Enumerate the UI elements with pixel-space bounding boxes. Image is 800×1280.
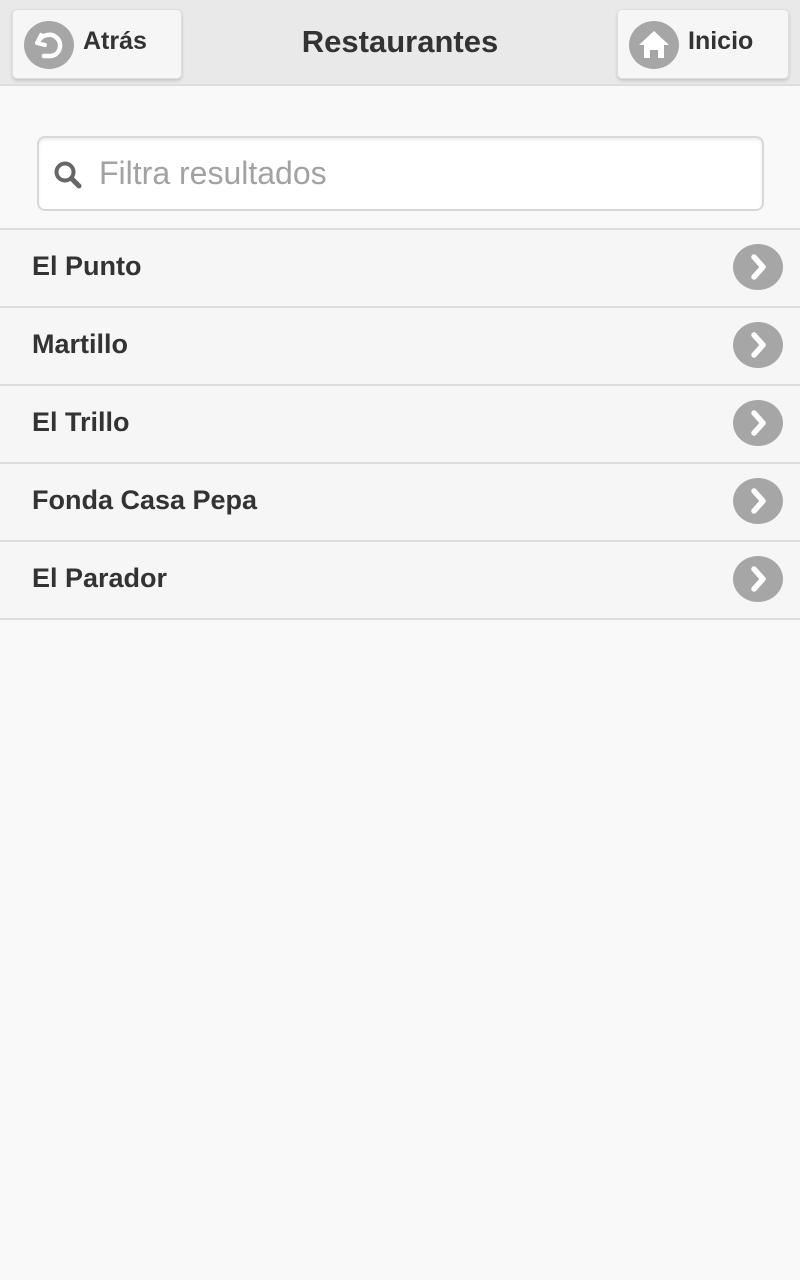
search-input[interactable] xyxy=(99,148,739,198)
chevron-right-icon xyxy=(733,478,783,524)
home-button-label: Inicio xyxy=(688,27,754,55)
list-item[interactable]: El Parador xyxy=(0,542,800,620)
chevron-right-icon xyxy=(733,322,783,368)
back-button[interactable]: Atrás xyxy=(12,9,182,79)
page-title: Restaurantes xyxy=(301,24,499,59)
chevron-right-icon xyxy=(733,400,783,446)
list-item[interactable]: Martillo xyxy=(0,308,800,386)
restaurant-list: El Punto Martillo El Trillo Fonda Casa P… xyxy=(0,228,800,620)
search-bar xyxy=(0,88,800,228)
search-icon xyxy=(54,161,82,189)
chevron-right-icon xyxy=(733,556,783,602)
list-item[interactable]: El Trillo xyxy=(0,386,800,464)
list-item-label: Martillo xyxy=(32,329,129,359)
home-button[interactable]: Inicio xyxy=(617,9,789,79)
back-button-label: Atrás xyxy=(83,27,147,55)
home-icon xyxy=(629,21,679,69)
list-item-label: El Parador xyxy=(32,563,168,593)
list-item-label: Fonda Casa Pepa xyxy=(32,485,258,515)
header-bar: Atrás Restaurantes Inicio xyxy=(0,0,800,86)
list-item-label: El Trillo xyxy=(32,407,130,437)
list-item[interactable]: Fonda Casa Pepa xyxy=(0,464,800,542)
back-arrow-icon xyxy=(24,21,74,69)
search-field[interactable] xyxy=(37,136,764,211)
list-item-label: El Punto xyxy=(32,251,142,281)
chevron-right-icon xyxy=(733,244,783,290)
list-item[interactable]: El Punto xyxy=(0,230,800,308)
